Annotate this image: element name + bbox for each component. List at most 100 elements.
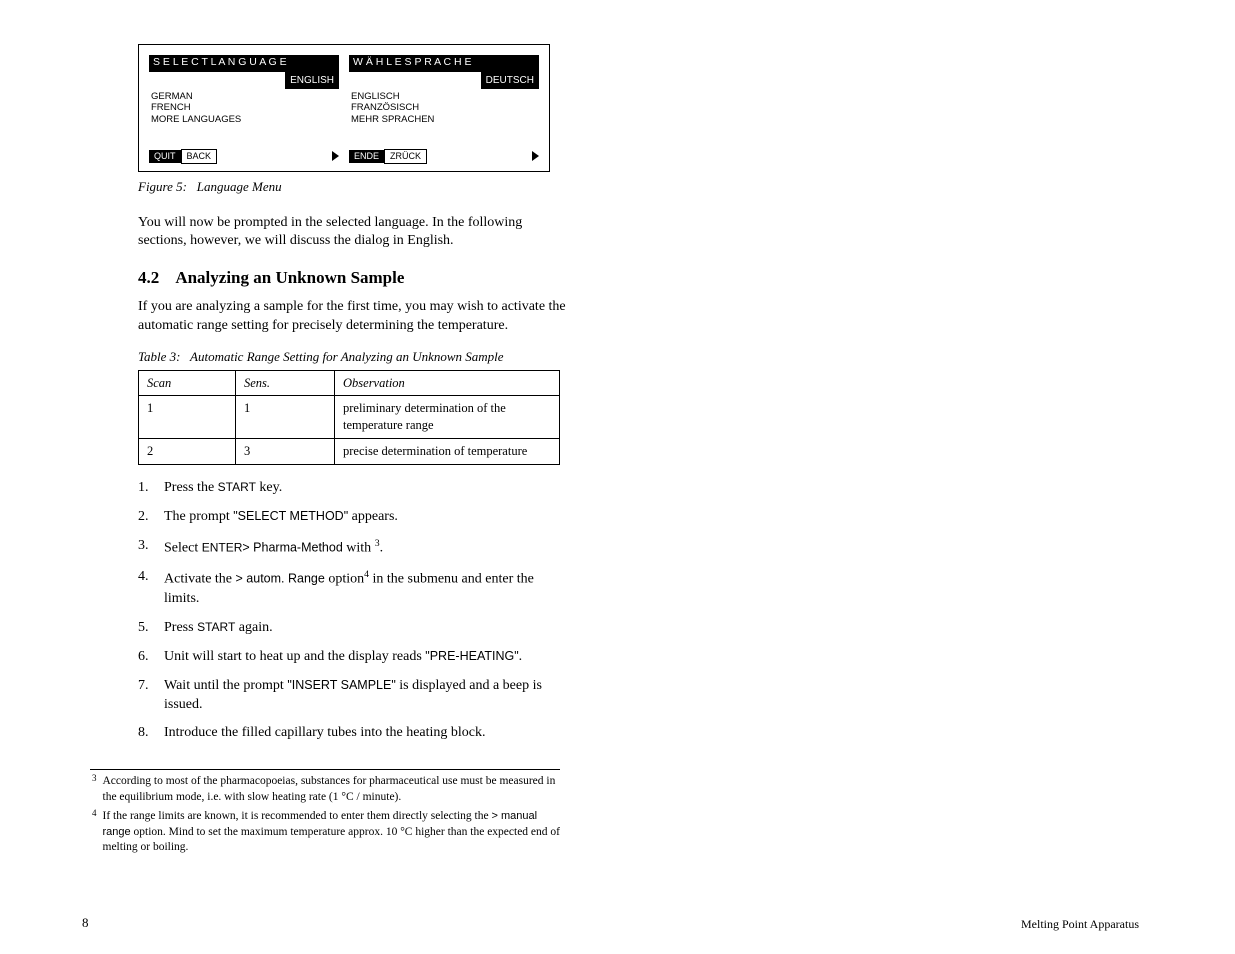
procedure-step: 6.Unit will start to heat up and the dis…: [138, 648, 568, 667]
ui-string: "PRE-HEATING": [425, 649, 518, 663]
footnote-number: 4: [92, 807, 97, 854]
panel-selected-item: ENGLISH: [285, 72, 339, 90]
table-cell: 1: [236, 396, 335, 439]
procedure-step: 7.Wait until the prompt "INSERT SAMPLE" …: [138, 677, 568, 715]
step-text-run: Press: [164, 620, 197, 635]
table-cell: 1: [139, 396, 236, 439]
footnote-rule: [90, 769, 560, 770]
keycap: START: [218, 480, 256, 494]
range-setting-table: Scan Sens. Observation 1 1 preliminary d…: [138, 370, 560, 466]
footnote: 3According to most of the pharmacopoeias…: [92, 774, 562, 805]
table-row: 1 1 preliminary determination of the tem…: [139, 396, 560, 439]
step-text: The prompt "SELECT METHOD" appears.: [164, 508, 568, 527]
step-text-run: Press the: [164, 480, 218, 495]
table-cell: precise determination of temperature: [335, 439, 560, 465]
ui-string: "INSERT SAMPLE": [287, 678, 395, 692]
figure-language-menu: S E L E C T L A N G U A G E ENGLISH GERM…: [138, 44, 550, 172]
procedure-step: 3.Select ENTER> Pharma-Method with 3.: [138, 537, 568, 559]
table-header-cell: Observation: [335, 370, 560, 396]
ui-string: > autom. Range: [236, 572, 325, 586]
step-text: Select ENTER> Pharma-Method with 3.: [164, 537, 568, 559]
panel-softkey-back: ZRÜCK: [384, 149, 427, 164]
panel-line: MORE LANGUAGES: [151, 114, 337, 125]
step-number: 1.: [138, 479, 164, 498]
panel-line: ENGLISCH: [351, 91, 537, 102]
table-caption: Table 3: Automatic Range Setting for Ana…: [138, 348, 1145, 366]
step-text: Wait until the prompt "INSERT SAMPLE" is…: [164, 677, 568, 715]
procedure-step: 2.The prompt "SELECT METHOD" appears.: [138, 508, 568, 527]
procedure-step: 4.Activate the > autom. Range option4 in…: [138, 568, 568, 608]
step-number: 6.: [138, 648, 164, 667]
step-text-run: .: [380, 541, 384, 556]
step-text-run: Select: [164, 541, 202, 556]
table-caption-label: Table 3:: [138, 349, 181, 364]
step-text-run: appears.: [348, 509, 398, 524]
paragraph: If you are analyzing a sample for the fi…: [138, 298, 568, 336]
table-cell: 3: [236, 439, 335, 465]
step-text-run: .: [519, 649, 523, 664]
panel-selected-item: DEUTSCH: [481, 72, 539, 90]
page-footer-title: Melting Point Apparatus: [1021, 916, 1139, 932]
table-row: Scan Sens. Observation: [139, 370, 560, 396]
panel-title: W Ä H L E S P R A C H E: [349, 55, 539, 72]
keycap: START: [197, 620, 235, 634]
step-text: Activate the > autom. Range option4 in t…: [164, 568, 568, 608]
figure-caption-label: Figure 5:: [138, 179, 187, 194]
step-text-run: Introduce the filled capillary tubes int…: [164, 725, 486, 740]
ui-string: "SELECT METHOD": [233, 509, 348, 523]
table-row: 2 3 precise determination of temperature: [139, 439, 560, 465]
panel-line: FRENCH: [151, 102, 337, 113]
step-text-run: Unit will start to heat up and the displ…: [164, 649, 425, 664]
panel-line: FRANZÖSISCH: [351, 102, 537, 113]
step-text-run: again.: [235, 620, 272, 635]
table-caption-text: Automatic Range Setting for Analyzing an…: [190, 349, 504, 364]
step-number: 3.: [138, 537, 164, 559]
step-text: Unit will start to heat up and the displ…: [164, 648, 568, 667]
step-text-run: Activate the: [164, 572, 236, 587]
procedure-step: 8.Introduce the filled capillary tubes i…: [138, 724, 568, 743]
step-text: Press START again.: [164, 619, 568, 638]
ui-string: > Pharma-Method: [242, 541, 342, 555]
panel-softkey-quit: QUIT: [149, 150, 181, 163]
paragraph: You will now be prompted in the selected…: [138, 214, 568, 252]
footnote-text: If the range limits are known, it is rec…: [103, 809, 563, 856]
figure-caption: Figure 5: Language Menu: [138, 178, 1145, 196]
right-triangle-icon: [532, 151, 539, 161]
step-number: 2.: [138, 508, 164, 527]
page-number: 8: [82, 914, 89, 932]
table-header-cell: Scan: [139, 370, 236, 396]
panel-line: GERMAN: [151, 91, 337, 102]
procedure-step: 5.Press START again.: [138, 619, 568, 638]
procedure-steps: 1.Press the START key.2.The prompt "SELE…: [138, 479, 568, 743]
table-cell: 2: [139, 439, 236, 465]
section-number: 4.2: [138, 268, 159, 287]
step-number: 8.: [138, 724, 164, 743]
step-text-run: The prompt: [164, 509, 233, 524]
step-text-run: with: [343, 541, 375, 556]
step-number: 5.: [138, 619, 164, 638]
panel-softkey-back: BACK: [181, 149, 218, 164]
keycap: ENTER: [202, 541, 243, 555]
step-text: Introduce the filled capillary tubes int…: [164, 724, 568, 743]
footnote-number: 3: [92, 772, 97, 803]
lcd-panel-left: S E L E C T L A N G U A G E ENGLISH GERM…: [149, 55, 339, 163]
table-cell: preliminary determination of the tempera…: [335, 396, 560, 439]
footnote: 4If the range limits are known, it is re…: [92, 809, 562, 856]
lcd-panel-right: W Ä H L E S P R A C H E DEUTSCH ENGLISCH…: [349, 55, 539, 163]
section-heading: 4.2 Analyzing an Unknown Sample: [138, 267, 1145, 290]
procedure-step: 1.Press the START key.: [138, 479, 568, 498]
panel-softkey-quit: ENDE: [349, 150, 384, 163]
step-number: 7.: [138, 677, 164, 715]
step-number: 4.: [138, 568, 164, 608]
figure-caption-text: Language Menu: [197, 179, 282, 194]
footnote-text: According to most of the pharmacopoeias,…: [103, 774, 563, 805]
table-header-cell: Sens.: [236, 370, 335, 396]
step-text-run: Wait until the prompt: [164, 678, 287, 693]
right-triangle-icon: [332, 151, 339, 161]
step-text: Press the START key.: [164, 479, 568, 498]
section-title: Analyzing an Unknown Sample: [175, 268, 404, 287]
step-text-run: option: [325, 572, 364, 587]
panel-line: MEHR SPRACHEN: [351, 114, 537, 125]
panel-title: S E L E C T L A N G U A G E: [149, 55, 339, 72]
step-text-run: key.: [256, 480, 282, 495]
